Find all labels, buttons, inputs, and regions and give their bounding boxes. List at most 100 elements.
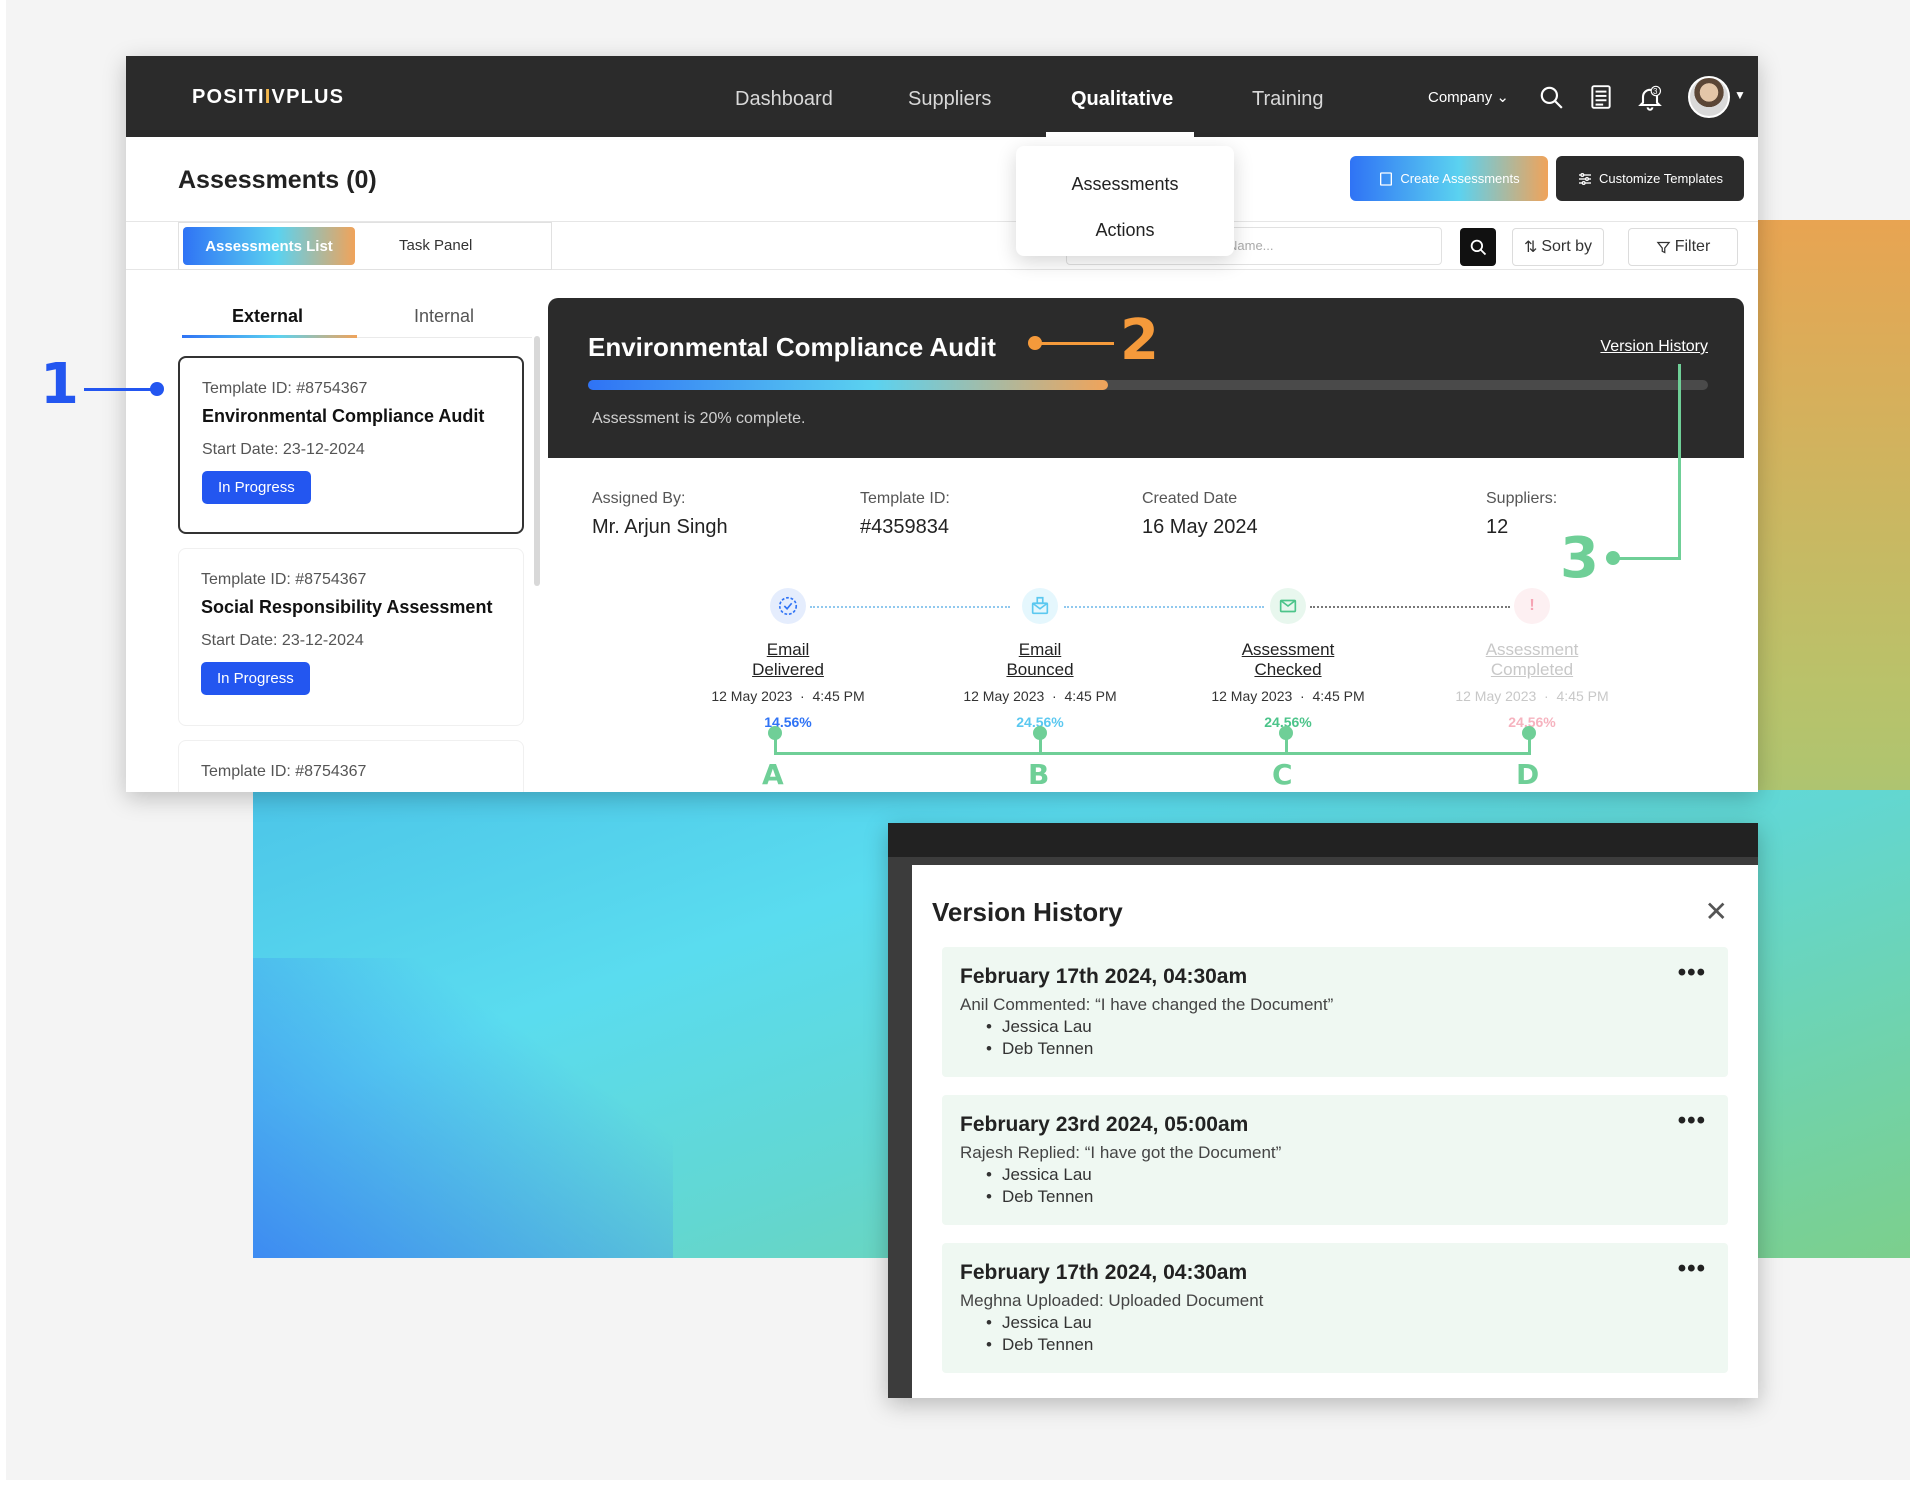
annotation-line-3 xyxy=(1678,364,1681,560)
annotation-line-2 xyxy=(1036,342,1114,345)
customize-templates-button[interactable]: Customize Templates xyxy=(1556,156,1744,201)
search-icon xyxy=(1470,239,1487,256)
step-assessment-checked: Assessment Checked 12 May 2023 · 4:45 PM … xyxy=(1198,640,1378,730)
version-person: Jessica Lau xyxy=(986,1313,1710,1333)
brand-logo[interactable]: POSITIIVPLUS xyxy=(192,86,344,109)
create-assessments-button[interactable]: Create Assessments xyxy=(1350,156,1548,201)
card-title: Social Responsibility Assessment xyxy=(201,597,493,617)
annotation-marker-1: 1 xyxy=(40,352,79,417)
tab-external[interactable]: External xyxy=(232,306,303,327)
nav-active-indicator xyxy=(1046,132,1194,137)
version-person: Deb Tennen xyxy=(986,1187,1710,1207)
annotation-bracket xyxy=(774,752,1531,755)
version-person: Jessica Lau xyxy=(986,1165,1710,1185)
version-entry[interactable]: February 17th 2024, 04:30am Anil Comment… xyxy=(942,947,1728,1077)
annotation-letter-a: A xyxy=(762,758,784,791)
annotation-letter-b: B xyxy=(1028,758,1050,791)
qualitative-dropdown-menu: Assessments Actions xyxy=(1016,146,1234,256)
version-person: Deb Tennen xyxy=(986,1039,1710,1059)
step-datetime: 12 May 2023 · 4:45 PM xyxy=(1455,688,1609,704)
step-connector xyxy=(1064,606,1264,608)
meta-suppliers: Suppliers: 12 xyxy=(1486,490,1557,539)
card-template-id: Template ID: #8754367 xyxy=(202,380,368,397)
more-options-icon[interactable]: ••• xyxy=(1678,1255,1706,1283)
menu-item-actions[interactable]: Actions xyxy=(1016,220,1234,241)
annotation-marker-3: 3 xyxy=(1560,526,1599,591)
version-date: February 17th 2024, 04:30am xyxy=(960,1261,1248,1284)
search-placeholder: Name... xyxy=(1228,238,1274,253)
document-list-icon[interactable] xyxy=(1588,84,1616,112)
close-icon[interactable]: ✕ xyxy=(1705,895,1728,928)
list-scrollbar[interactable] xyxy=(534,336,540,586)
card-start-date: Start Date: 23-12-2024 xyxy=(202,441,365,458)
version-date: February 23rd 2024, 05:00am xyxy=(960,1113,1249,1136)
chevron-down-icon[interactable]: ▼ xyxy=(1734,88,1746,102)
version-history-window: Version History ✕ February 17th 2024, 04… xyxy=(888,823,1758,1398)
nav-training[interactable]: Training xyxy=(1252,88,1324,111)
more-options-icon[interactable]: ••• xyxy=(1678,1107,1706,1135)
progress-bar-fill xyxy=(588,380,1108,390)
step-datetime: 12 May 2023 · 4:45 PM xyxy=(711,688,865,704)
status-badge: In Progress xyxy=(202,471,311,504)
assessment-card[interactable]: Template ID: #8754367 xyxy=(178,740,524,792)
annotation-line-3 xyxy=(1614,557,1681,560)
status-badge: In Progress xyxy=(201,662,310,695)
tab-task-panel[interactable]: Task Panel xyxy=(399,237,472,254)
page-title: Assessments (0) xyxy=(178,166,377,194)
meta-label: Template ID: xyxy=(860,490,950,507)
annotation-dot-3 xyxy=(1606,551,1620,565)
version-history-modal: Version History ✕ February 17th 2024, 04… xyxy=(912,865,1758,1398)
nav-dashboard[interactable]: Dashboard xyxy=(735,88,833,111)
more-options-icon[interactable]: ••• xyxy=(1678,959,1706,987)
nav-suppliers[interactable]: Suppliers xyxy=(908,88,991,111)
version-person: Jessica Lau xyxy=(986,1017,1710,1037)
sliders-icon xyxy=(1578,172,1591,185)
meta-created-date: Created Date 16 May 2024 xyxy=(1142,490,1258,539)
sort-by-button[interactable]: ⇅ Sort by xyxy=(1512,228,1604,266)
meta-value: 16 May 2024 xyxy=(1142,516,1258,538)
nav-qualitative[interactable]: Qualitative xyxy=(1071,88,1173,111)
search-icon[interactable] xyxy=(1538,84,1566,112)
company-selector[interactable]: Company ⌄ xyxy=(1428,88,1509,106)
notification-count-badge: 3 xyxy=(1653,87,1658,96)
annotation-dot-b xyxy=(1033,726,1047,740)
assessment-card[interactable]: Template ID: #8754367 Environmental Comp… xyxy=(178,356,524,534)
top-navbar: POSITIIVPLUS Dashboard Suppliers Qualita… xyxy=(126,56,1758,137)
annotation-dot-c xyxy=(1279,726,1293,740)
view-tabs: Assessments List Task Panel xyxy=(178,222,552,270)
annotation-dot-1 xyxy=(150,382,164,396)
bounced-mail-icon xyxy=(1022,588,1058,624)
tab-assessments-list[interactable]: Assessments List xyxy=(183,227,355,265)
search-button[interactable] xyxy=(1460,228,1496,266)
window-topbar xyxy=(888,823,1758,857)
assessment-card[interactable]: Template ID: #8754367 Social Responsibil… xyxy=(178,548,524,726)
meta-label: Created Date xyxy=(1142,490,1238,507)
version-history-link[interactable]: Version History xyxy=(1600,338,1708,356)
version-entry[interactable]: February 23rd 2024, 05:00am Rajesh Repli… xyxy=(942,1095,1728,1225)
user-avatar[interactable] xyxy=(1688,76,1730,118)
sort-arrows-icon: ⇅ xyxy=(1523,239,1538,256)
meta-label: Suppliers: xyxy=(1486,490,1558,507)
card-template-id: Template ID: #8754367 xyxy=(201,571,367,588)
step-connector xyxy=(1310,606,1510,608)
menu-item-assessments[interactable]: Assessments xyxy=(1016,174,1234,195)
detail-title: Environmental Compliance Audit xyxy=(588,332,996,362)
tab-internal[interactable]: Internal xyxy=(414,306,474,327)
version-entry[interactable]: February 17th 2024, 04:30am Meghna Uploa… xyxy=(942,1243,1728,1373)
new-document-icon xyxy=(1380,171,1393,186)
notification-bell-icon[interactable]: 3 xyxy=(1636,84,1664,112)
step-name: Assessment Checked xyxy=(1241,640,1335,679)
verified-check-icon xyxy=(770,588,806,624)
meta-assigned-by: Assigned By: Mr. Arjun Singh xyxy=(592,490,728,539)
chevron-down-icon: ⌄ xyxy=(1496,89,1509,106)
annotation-letter-d: D xyxy=(1516,758,1540,791)
progress-text: Assessment is 20% complete. xyxy=(592,410,806,427)
version-person: Deb Tennen xyxy=(986,1335,1710,1355)
step-datetime: 12 May 2023 · 4:45 PM xyxy=(963,688,1117,704)
step-name: Email Delivered xyxy=(752,640,824,679)
annotation-dot-d xyxy=(1522,726,1536,740)
mail-checked-icon xyxy=(1270,588,1306,624)
filter-button[interactable]: Filter xyxy=(1628,228,1738,266)
modal-title: Version History xyxy=(932,897,1123,927)
card-template-id: Template ID: #8754367 xyxy=(201,763,367,780)
